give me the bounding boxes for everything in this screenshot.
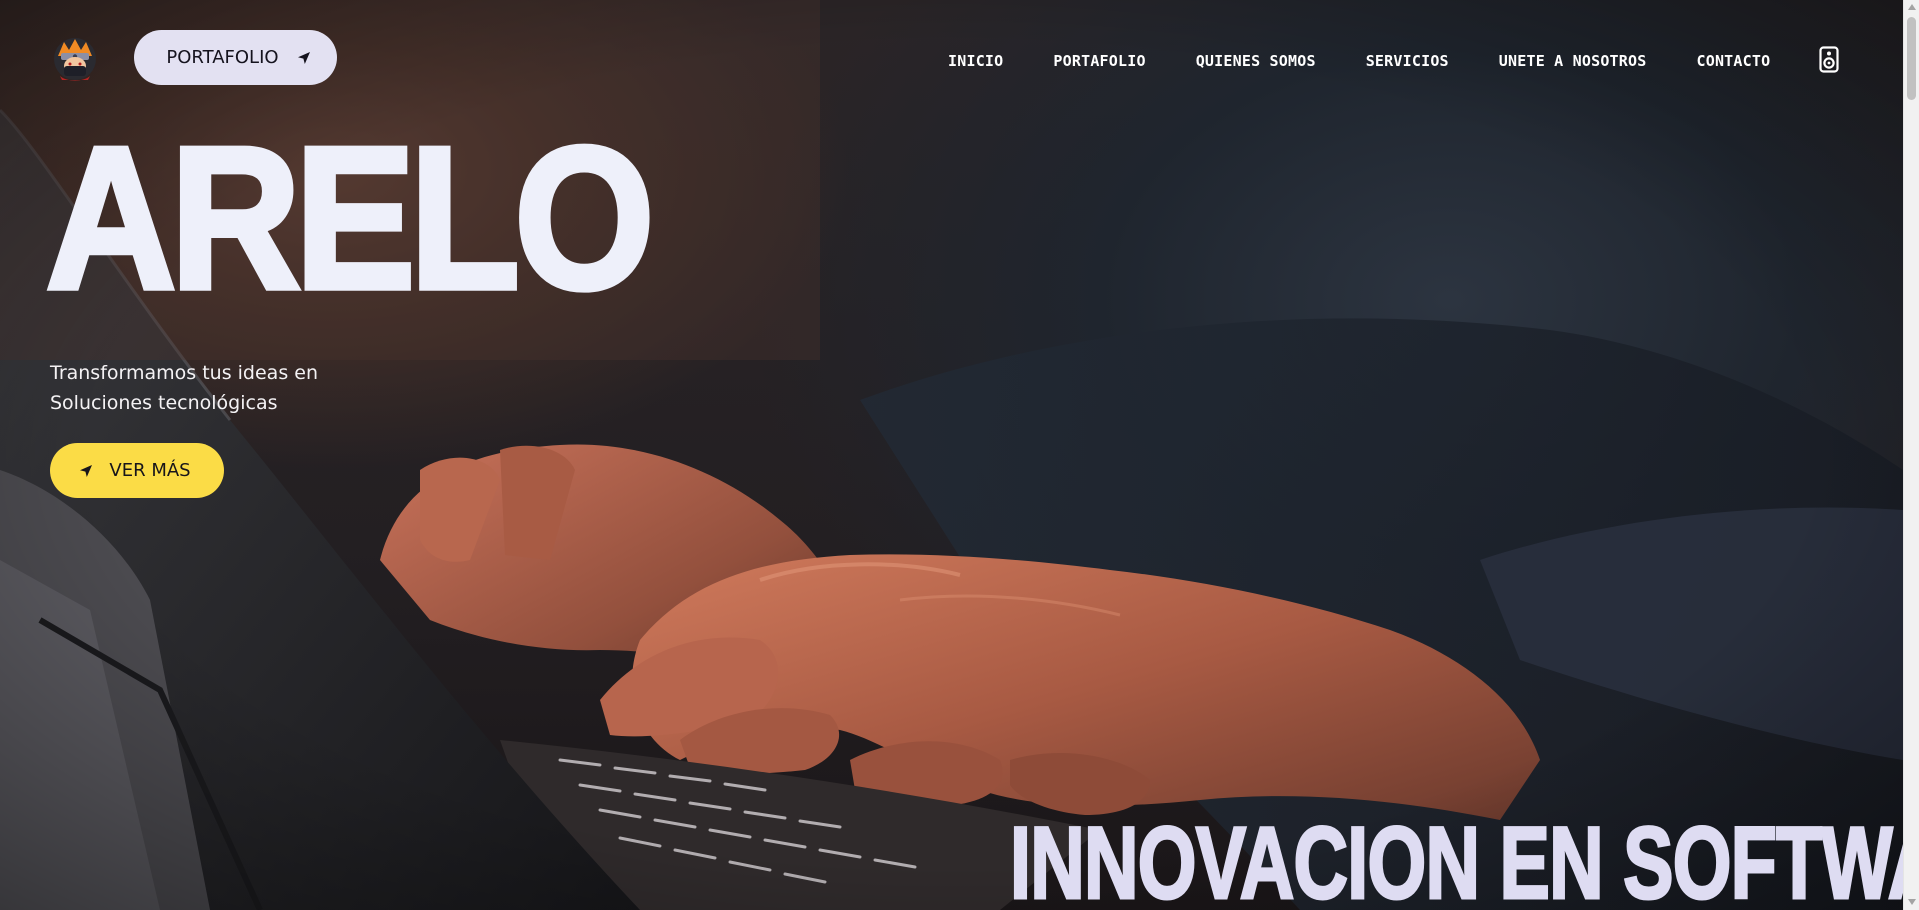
ninja-avatar-logo-icon[interactable]: [50, 36, 100, 82]
hero-title: ARELO: [43, 105, 657, 332]
scroll-down-arrow-icon[interactable]: [1908, 899, 1916, 905]
nav-item-inicio[interactable]: INICIO: [948, 52, 1003, 70]
scroll-up-arrow-icon[interactable]: [1908, 4, 1916, 10]
ver-mas-label: VER MÁS: [109, 460, 191, 481]
nav-item-contacto[interactable]: CONTACTO: [1696, 52, 1770, 70]
page-viewport: PORTAFOLIO INICIO PORTAFOLIO QUIENES SOM…: [0, 0, 1903, 910]
main-navigation: INICIO PORTAFOLIO QUIENES SOMOS SERVICIO…: [948, 50, 1770, 72]
portfolio-pill-label: PORTAFOLIO: [166, 47, 279, 68]
page-scrollbar[interactable]: [1903, 0, 1919, 910]
ver-mas-button[interactable]: VER MÁS: [50, 443, 224, 498]
nav-item-unete-a-nosotros[interactable]: UNETE A NOSOTROS: [1499, 52, 1647, 70]
speaker-icon[interactable]: [1819, 46, 1839, 73]
arrow-icon: [297, 51, 310, 64]
nav-item-quienes-somos[interactable]: QUIENES SOMOS: [1196, 52, 1316, 70]
portfolio-pill-button[interactable]: PORTAFOLIO: [134, 30, 337, 85]
scroll-thumb[interactable]: [1907, 17, 1916, 100]
nav-item-servicios[interactable]: SERVICIOS: [1366, 52, 1449, 70]
hero-subtitle-line-1: Transformamos tus ideas en: [50, 362, 318, 384]
hero-subtitle: Transformamos tus ideas en Soluciones te…: [50, 358, 370, 418]
hero-tagline: INNOVACION EN SOFTWARE: [1009, 806, 1903, 910]
arrow-icon: [80, 464, 93, 477]
nav-item-portafolio[interactable]: PORTAFOLIO: [1053, 52, 1145, 70]
hero-subtitle-line-2: Soluciones tecnológicas: [50, 392, 278, 414]
